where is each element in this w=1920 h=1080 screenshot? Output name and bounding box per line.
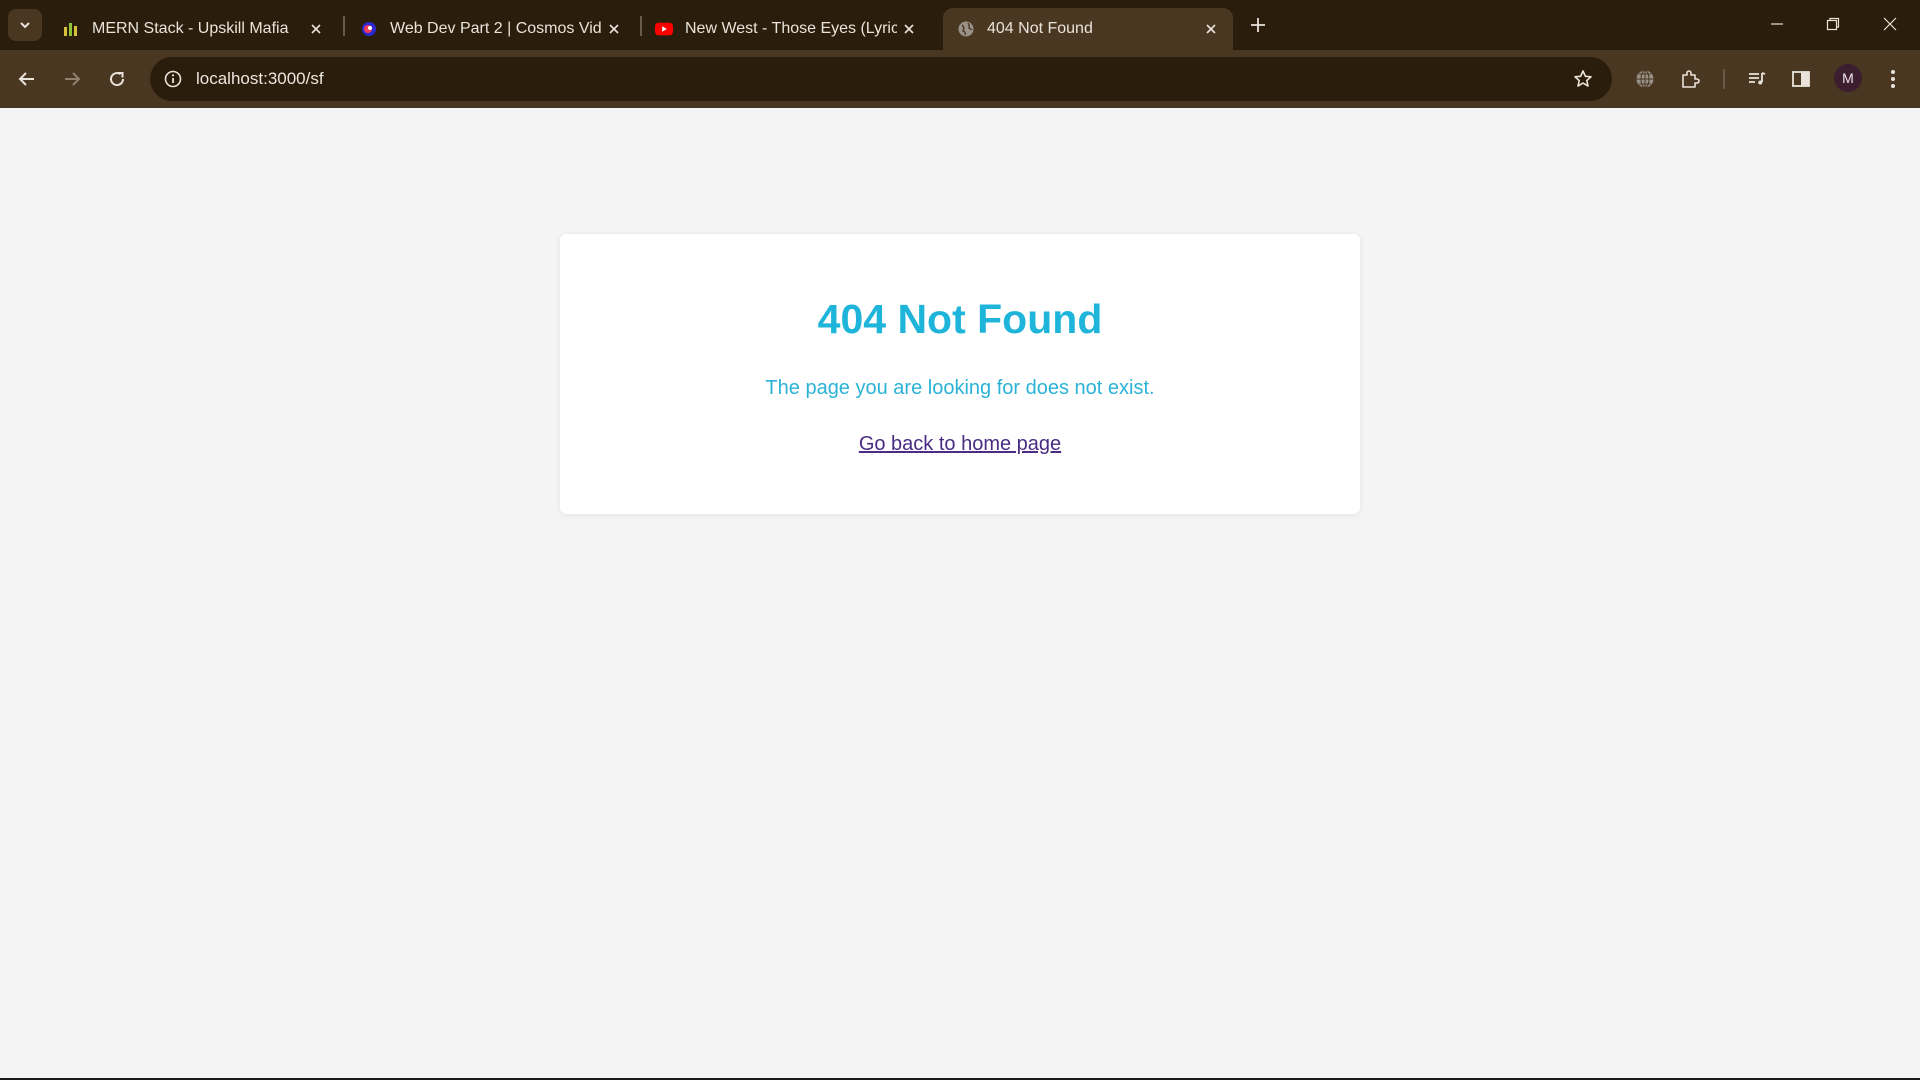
- url-text[interactable]: localhost:3000/sf: [196, 69, 1568, 89]
- chevron-down-icon: [18, 18, 32, 32]
- side-panel-icon: [1791, 69, 1811, 89]
- new-tab-button[interactable]: [1244, 11, 1272, 39]
- error-message: The page you are looking for does not ex…: [765, 377, 1155, 400]
- restore-button[interactable]: [1811, 6, 1855, 42]
- close-icon: [1883, 17, 1897, 31]
- puzzle-icon: [1680, 69, 1700, 89]
- close-icon[interactable]: [304, 17, 328, 41]
- close-icon[interactable]: [1199, 17, 1223, 41]
- tab-mern-stack[interactable]: MERN Stack - Upskill Mafia: [48, 8, 338, 50]
- home-link[interactable]: Go back to home page: [859, 433, 1061, 456]
- menu-button[interactable]: [1876, 62, 1910, 96]
- tab-strip: MERN Stack - Upskill Mafia Web Dev Part …: [0, 0, 1920, 50]
- playlist-icon: [1747, 69, 1767, 89]
- arrow-left-icon: [18, 70, 36, 88]
- tab-404-not-found[interactable]: 404 Not Found: [943, 8, 1233, 50]
- tab-title: New West - Those Eyes (Lyrics): [685, 20, 897, 37]
- page-title: 404 Not Found: [817, 296, 1103, 342]
- side-panel-button[interactable]: [1784, 62, 1818, 96]
- tab-web-dev[interactable]: Web Dev Part 2 | Cosmos Video: [346, 8, 636, 50]
- youtube-icon: [655, 20, 673, 38]
- not-found-card: 404 Not Found The page you are looking f…: [560, 234, 1360, 514]
- reload-button[interactable]: [100, 62, 134, 96]
- tab-title: MERN Stack - Upskill Mafia: [92, 20, 289, 37]
- tab-new-west[interactable]: New West - Those Eyes (Lyrics): [641, 8, 931, 50]
- tab-search-button[interactable]: [8, 9, 42, 41]
- tab-title: Web Dev Part 2 | Cosmos Video: [390, 20, 602, 37]
- translate-button[interactable]: [1628, 62, 1662, 96]
- tab-separator: [343, 16, 345, 36]
- close-icon[interactable]: [602, 17, 626, 41]
- profile-avatar[interactable]: M: [1834, 64, 1862, 92]
- more-vertical-icon: [1890, 69, 1896, 89]
- close-icon[interactable]: [897, 17, 921, 41]
- tab-title: 404 Not Found: [987, 20, 1093, 37]
- forward-button[interactable]: [55, 62, 89, 96]
- plus-icon: [1250, 17, 1266, 33]
- minimize-icon: [1770, 17, 1784, 31]
- cosmos-video-icon: [360, 20, 378, 38]
- browser-toolbar: localhost:3000/sf M: [0, 50, 1920, 108]
- media-controls-button[interactable]: [1740, 62, 1774, 96]
- toolbar-divider: [1723, 69, 1725, 89]
- info-icon[interactable]: [162, 68, 184, 90]
- minimize-button[interactable]: [1755, 6, 1799, 42]
- extensions-button[interactable]: [1673, 62, 1707, 96]
- star-icon[interactable]: [1568, 64, 1598, 94]
- close-window-button[interactable]: [1868, 6, 1912, 42]
- page-viewport: 404 Not Found The page you are looking f…: [0, 108, 1920, 1078]
- address-bar[interactable]: localhost:3000/sf: [150, 57, 1612, 101]
- reload-icon: [108, 70, 126, 88]
- upskill-mafia-icon: [62, 20, 80, 38]
- globe-icon: [957, 20, 975, 38]
- back-button[interactable]: [10, 62, 44, 96]
- restore-icon: [1826, 17, 1840, 31]
- globe-icon: [1635, 69, 1655, 89]
- arrow-right-icon: [63, 70, 81, 88]
